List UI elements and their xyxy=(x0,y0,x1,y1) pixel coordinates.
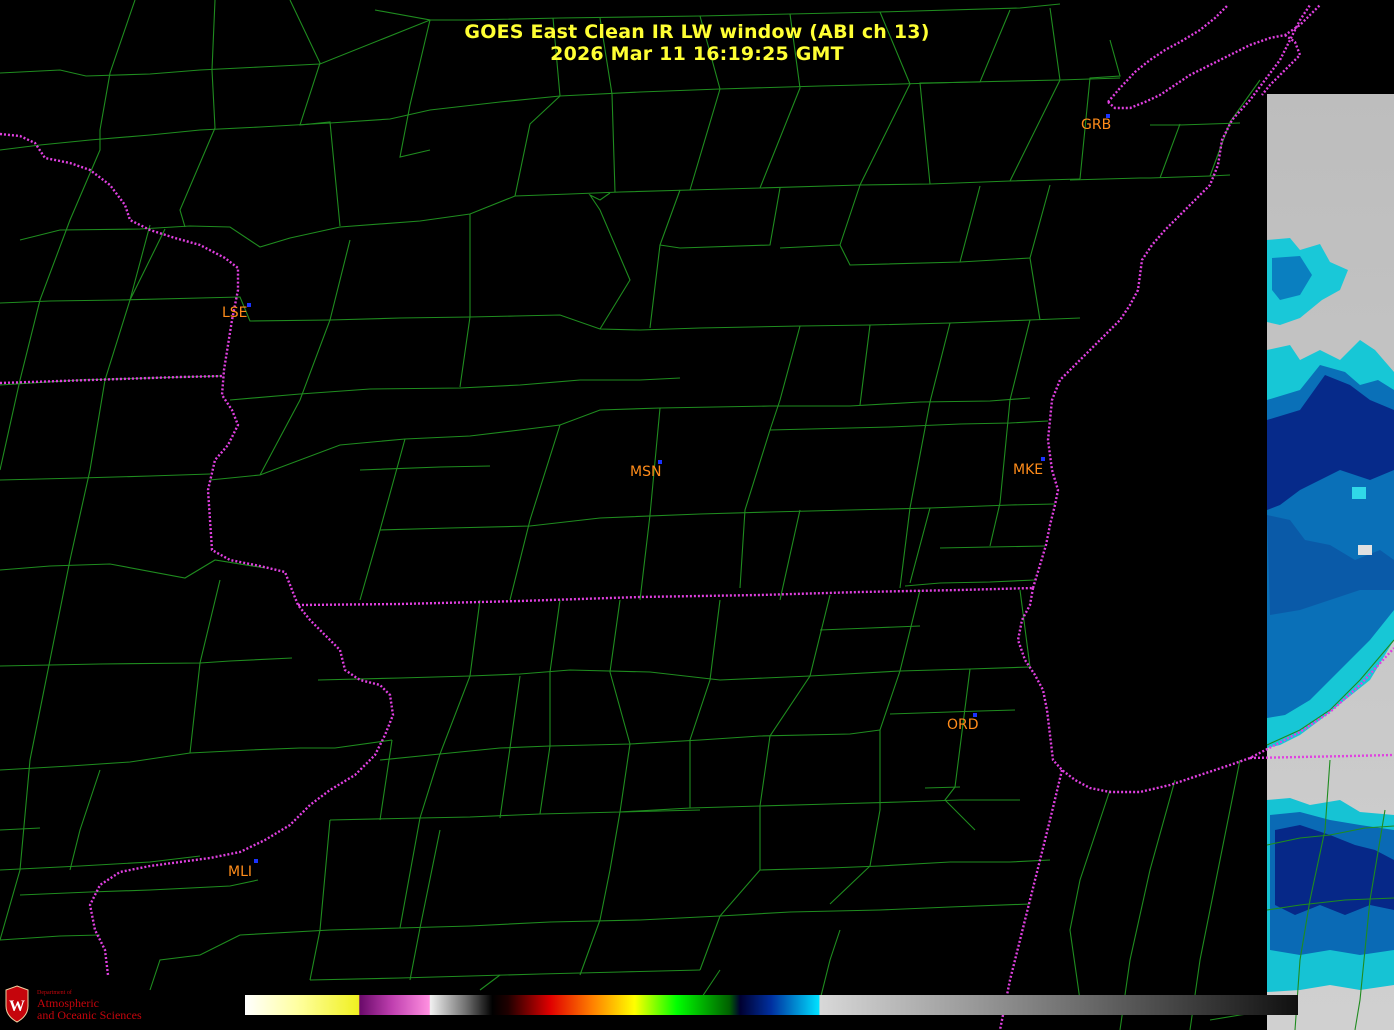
county-lines xyxy=(0,0,1394,1030)
city-label-mke: MKE xyxy=(1013,462,1044,478)
cloud-imagery xyxy=(1267,94,1394,1030)
city-label-lse: LSE xyxy=(222,305,248,321)
city-marker-lse xyxy=(247,303,251,307)
colorbar xyxy=(245,995,1298,1015)
city-marker-mli xyxy=(254,859,258,863)
uw-aos-logo: W Department of Atmospheric and Oceanic … xyxy=(2,984,162,1026)
city-label-ord: ORD xyxy=(947,717,979,733)
image-title: GOES East Clean IR LW window (ABI ch 13) xyxy=(464,21,930,43)
logo-dept-line2: and Oceanic Sciences xyxy=(37,1008,142,1022)
image-timestamp: 2026 Mar 11 16:19:25 GMT xyxy=(550,43,844,65)
city-label-msn: MSN xyxy=(630,464,662,480)
svg-text:W: W xyxy=(9,998,25,1015)
satellite-map xyxy=(0,0,1394,1030)
city-marker-mke xyxy=(1041,457,1045,461)
state-borders xyxy=(0,4,1394,1030)
uw-crest-icon: W xyxy=(5,985,29,1023)
city-label-mli: MLI xyxy=(228,864,253,880)
city-label-grb: GRB xyxy=(1081,117,1112,133)
